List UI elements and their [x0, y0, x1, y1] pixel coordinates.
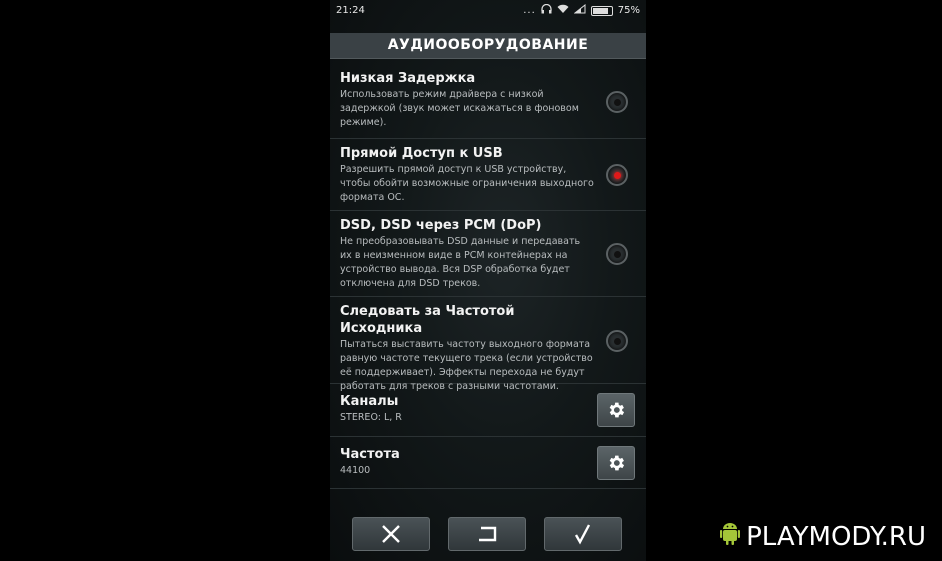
cancel-button[interactable] — [352, 517, 430, 551]
close-icon — [382, 525, 400, 543]
dsd-radio[interactable] — [606, 243, 628, 265]
setting-usb-direct[interactable]: Прямой Доступ к USB Разрешить прямой дос… — [330, 139, 646, 211]
low-latency-radio[interactable] — [606, 91, 628, 113]
status-icons: ... 75% — [523, 3, 640, 17]
android-logo-icon — [720, 520, 741, 553]
setting-title: Прямой Доступ к USB — [340, 146, 503, 161]
setting-value: 44100 — [340, 465, 371, 476]
app-screen: 21:24 ... 75% АУДИООБОРУДОВАНИЕ Низкая З… — [330, 0, 646, 561]
gear-icon — [609, 455, 625, 471]
usb-direct-radio[interactable] — [606, 164, 628, 186]
setting-description: Разрешить прямой доступ к USB устройству… — [340, 164, 594, 203]
settings-list: Низкая Задержка Использовать режим драйв… — [330, 64, 646, 489]
setting-title: Следовать за Частотой Исходника — [340, 304, 515, 336]
setting-low-latency[interactable]: Низкая Задержка Использовать режим драйв… — [330, 64, 646, 139]
check-icon — [574, 524, 591, 545]
radio-indicator — [614, 338, 621, 345]
action-bar — [330, 517, 646, 553]
status-bar: 21:24 ... 75% — [330, 0, 646, 22]
setting-dsd[interactable]: DSD, DSD через PCM (DoP) Не преобразовыв… — [330, 211, 646, 297]
battery-icon — [590, 5, 613, 16]
setting-frequency[interactable]: Частота 44100 — [330, 437, 646, 489]
radio-indicator — [614, 172, 621, 179]
page-title: АУДИООБОРУДОВАНИЕ — [330, 33, 646, 59]
frequency-settings-button[interactable] — [597, 446, 635, 480]
channels-settings-button[interactable] — [597, 393, 635, 427]
radio-indicator — [614, 99, 621, 106]
setting-title: Низкая Задержка — [340, 71, 476, 86]
confirm-button[interactable] — [544, 517, 622, 551]
setting-channels[interactable]: Каналы STEREO: L, R — [330, 384, 646, 437]
watermark-text: PLAYMODY.RU — [746, 521, 926, 552]
setting-title: Частота — [340, 447, 400, 462]
battery-percent: 75% — [617, 5, 640, 16]
watermark: PLAYMODY.RU — [720, 520, 926, 553]
radio-indicator — [614, 251, 621, 258]
signal-icon — [573, 3, 586, 17]
gear-icon — [609, 402, 625, 418]
wifi-icon — [557, 4, 569, 17]
setting-title: DSD, DSD через PCM (DoP) — [340, 218, 542, 233]
setting-follow-source-rate[interactable]: Следовать за Частотой Исходника Пытаться… — [330, 297, 646, 392]
status-time: 21:24 — [336, 5, 365, 16]
setting-title: Каналы — [340, 394, 399, 409]
headphones-icon — [541, 3, 552, 17]
notification-dots: ... — [523, 5, 536, 16]
follow-source-rate-radio[interactable] — [606, 330, 628, 352]
setting-description: Не преобразовывать DSD данные и передава… — [340, 236, 581, 289]
undo-icon — [479, 526, 497, 544]
setting-value: STEREO: L, R — [340, 412, 402, 423]
reset-button[interactable] — [448, 517, 526, 551]
setting-description: Использовать режим драйвера с низкой зад… — [340, 89, 579, 128]
